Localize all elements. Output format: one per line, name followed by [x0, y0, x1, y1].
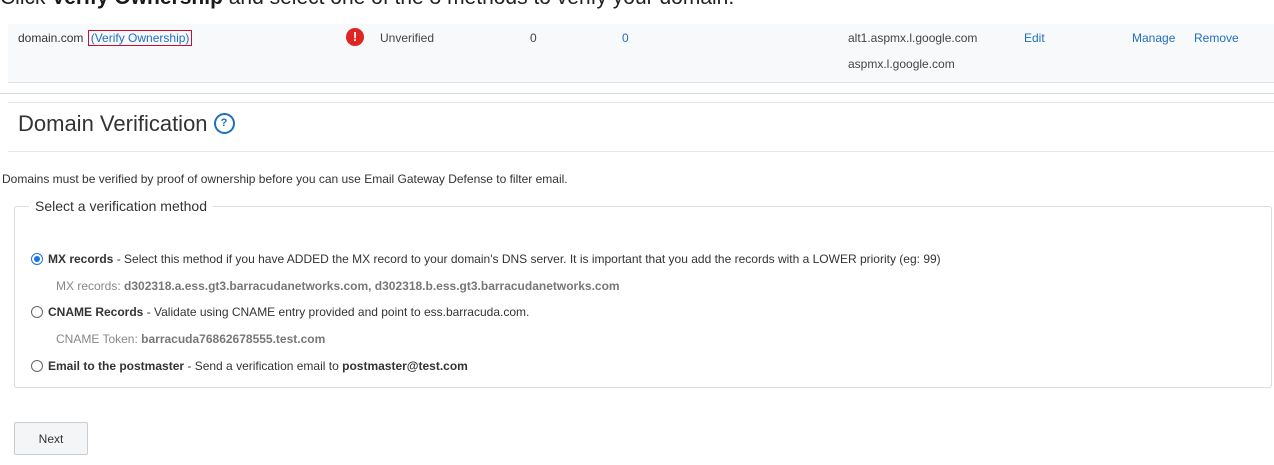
mx-server-2: aspmx.l.google.com [848, 57, 955, 71]
count-link-2[interactable]: 0 [622, 31, 629, 45]
cname-token-detail: CNAME Token: barracuda76862678555.test.c… [56, 332, 325, 346]
option-cname-records[interactable]: CNAME Records - Validate using CNAME ent… [31, 305, 529, 319]
instruction-suffix: and select one of the 3 methods to verif… [223, 0, 734, 9]
radio-cname-records[interactable] [31, 305, 43, 318]
detail-label: MX records: [56, 279, 125, 293]
page-title-text: Domain Verification [18, 111, 208, 136]
manage-link[interactable]: Manage [1132, 31, 1175, 45]
group-legend: Select a verification method [35, 198, 207, 214]
postmaster-email: postmaster@test.com [342, 359, 468, 373]
help-icon[interactable]: ? [213, 112, 235, 134]
option-mx-records[interactable]: MX records - Select this method if you h… [31, 252, 941, 266]
option-desc: - Send a verification email to [184, 359, 343, 373]
count-value-1: 0 [530, 31, 537, 45]
intro-text: Domains must be verified by proof of own… [2, 172, 568, 186]
remove-link[interactable]: Remove [1194, 31, 1239, 45]
next-button[interactable]: Next [14, 422, 88, 455]
mx-server-1: alt1.aspmx.l.google.com [848, 31, 978, 45]
verify-ownership-link[interactable]: (Verify Ownership) [87, 30, 193, 46]
instruction-text: Click Verify Ownership and select one of… [0, 0, 734, 10]
mx-records-detail: MX records: d302318.a.ess.gt3.barracudan… [56, 279, 620, 293]
domain-row: domain.com (Verify Ownership) ! Unverifi… [8, 24, 1274, 83]
option-email-postmaster[interactable]: Email to the postmaster - Send a verific… [31, 359, 468, 373]
option-desc: - Validate using CNAME entry provided an… [143, 305, 530, 319]
detail-value: d302318.a.ess.gt3.barracudanetworks.com,… [124, 279, 620, 293]
status-text: Unverified [380, 31, 435, 45]
exclamation-error-icon: ! [346, 28, 364, 46]
detail-label: CNAME Token: [56, 332, 142, 346]
domain-cell: domain.com (Verify Ownership) [18, 30, 193, 46]
option-title: CNAME Records [48, 305, 144, 319]
panel-header: Domain Verification? [8, 102, 1274, 152]
edit-link[interactable]: Edit [1024, 31, 1045, 45]
option-desc: - Select this method if you have ADDED t… [113, 252, 941, 266]
detail-value: barracuda76862678555.test.com [141, 332, 326, 346]
radio-mx-records[interactable] [31, 252, 43, 265]
instruction-bold: Verify Ownership [51, 0, 223, 9]
verification-method-group: Select a verification method MX records … [14, 198, 1272, 388]
option-title: MX records [48, 252, 114, 266]
radio-email-postmaster[interactable] [31, 359, 43, 372]
section-divider [0, 93, 1274, 94]
instruction-prefix: Click [0, 0, 51, 9]
option-title: Email to the postmaster [48, 359, 185, 373]
page-title: Domain Verification? [18, 111, 235, 137]
domain-name: domain.com [18, 31, 84, 45]
